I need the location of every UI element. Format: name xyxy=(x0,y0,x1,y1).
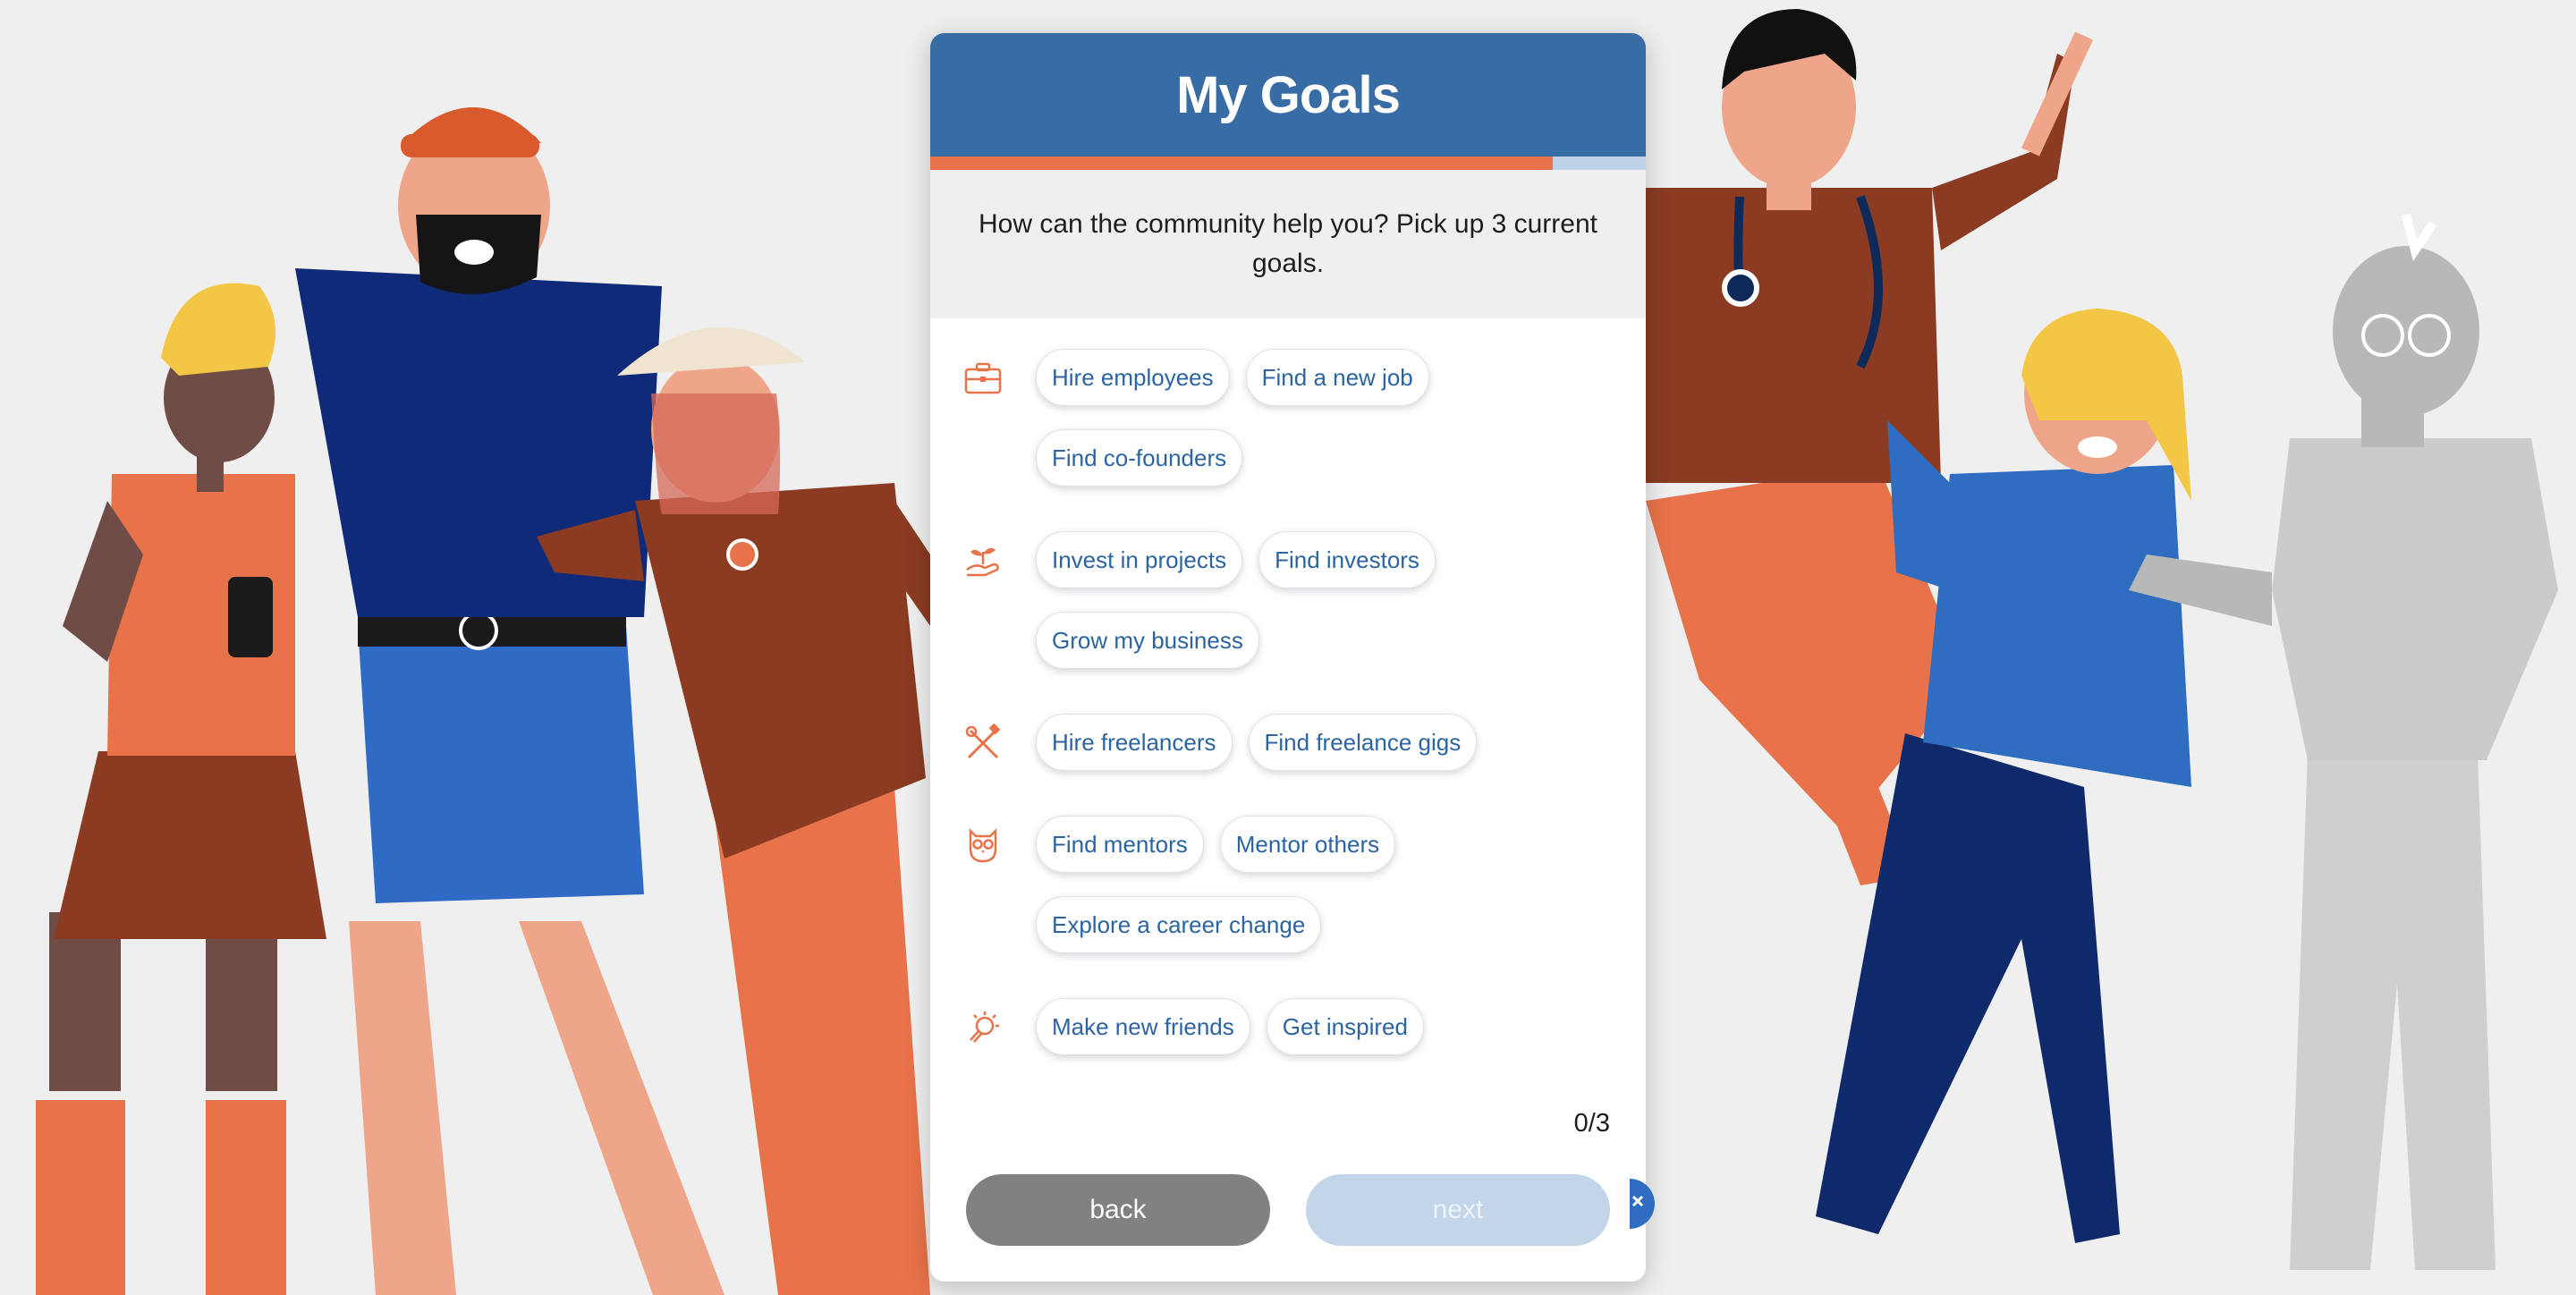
chip-find-new-job[interactable]: Find a new job xyxy=(1245,349,1429,406)
chip-hire-employees[interactable]: Hire employees xyxy=(1036,349,1230,406)
chip-invest-in-projects[interactable]: Invest in projects xyxy=(1036,531,1243,588)
person-woman-orange-dress xyxy=(36,283,326,1295)
back-button[interactable]: back xyxy=(966,1174,1270,1246)
selection-counter: 0/3 xyxy=(1573,1109,1610,1138)
question-text: How can the community help you? Pick up … xyxy=(930,170,1646,318)
person-bearded-man xyxy=(295,107,724,1295)
goal-groups: Hire employees Find a new job Find co-fo… xyxy=(930,318,1646,1079)
lightbulb-icon xyxy=(961,1005,1005,1050)
goal-group-investing: Invest in projects Find investors Grow m… xyxy=(930,531,1646,692)
progress-bar-fill xyxy=(930,157,1553,170)
seedling-hand-icon xyxy=(961,538,1005,583)
goal-group-freelance: Hire freelancers Find freelance gigs xyxy=(930,714,1646,794)
chip-explore-career-change[interactable]: Explore a career change xyxy=(1036,896,1322,953)
progress-bar xyxy=(930,157,1646,170)
chip-make-new-friends[interactable]: Make new friends xyxy=(1036,998,1250,1055)
briefcase-icon xyxy=(961,356,1005,401)
chip-hire-freelancers[interactable]: Hire freelancers xyxy=(1036,714,1233,771)
dialog-header: My Goals xyxy=(930,33,1646,157)
person-grey-man xyxy=(2129,213,2558,1270)
goal-group-career: Hire employees Find a new job Find co-fo… xyxy=(930,349,1646,510)
goal-group-mentoring: Find mentors Mentor others Explore a car… xyxy=(930,816,1646,977)
dialog-title: My Goals xyxy=(1176,65,1401,124)
chip-find-investors[interactable]: Find investors xyxy=(1258,531,1436,588)
goal-group-social: Make new friends Get inspired xyxy=(930,998,1646,1079)
chip-grow-my-business[interactable]: Grow my business xyxy=(1036,612,1259,669)
chip-mentor-others[interactable]: Mentor others xyxy=(1219,816,1396,873)
chip-find-co-founders[interactable]: Find co-founders xyxy=(1036,429,1243,487)
next-button[interactable]: next xyxy=(1306,1174,1610,1246)
chip-get-inspired[interactable]: Get inspired xyxy=(1266,998,1424,1055)
goals-dialog: My Goals How can the community help you?… xyxy=(930,33,1646,1282)
close-circle-icon xyxy=(1630,1179,1655,1229)
owl-icon xyxy=(961,823,1005,868)
chip-find-mentors[interactable]: Find mentors xyxy=(1036,816,1204,873)
chip-find-freelance-gigs[interactable]: Find freelance gigs xyxy=(1248,714,1478,771)
tools-icon xyxy=(961,721,1005,766)
